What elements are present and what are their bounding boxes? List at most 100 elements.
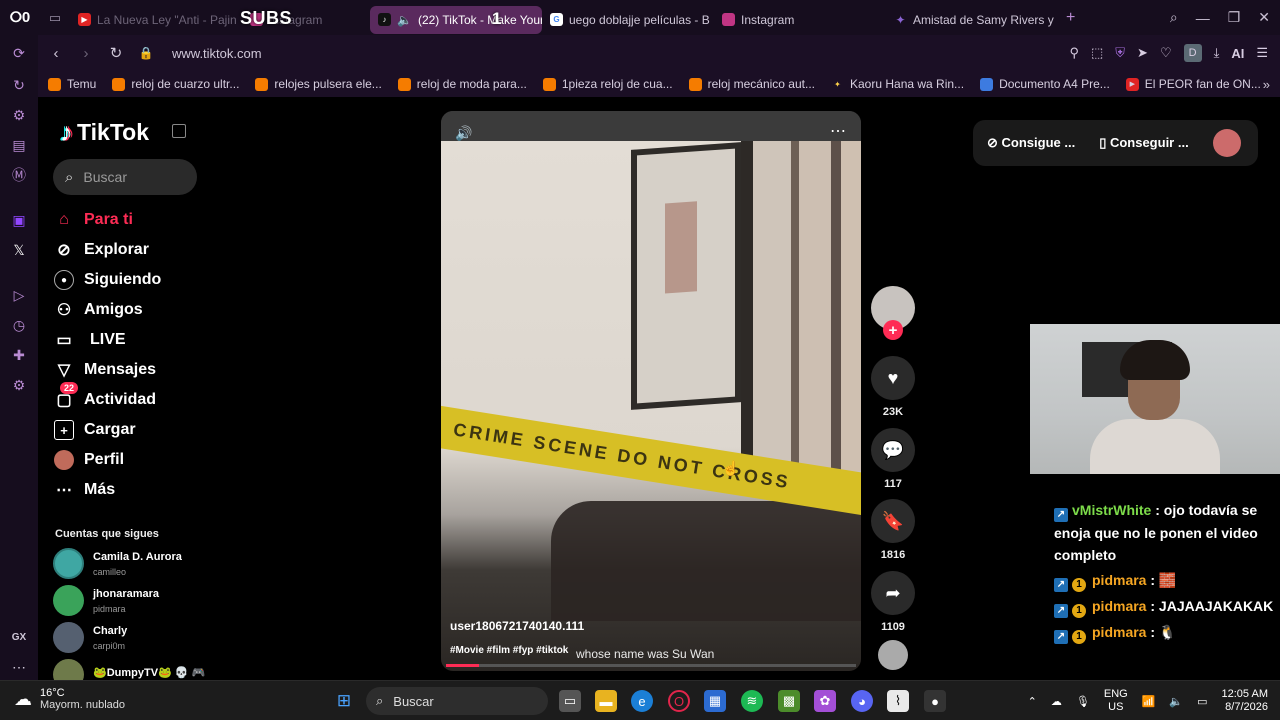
music-disc-icon[interactable] (878, 640, 908, 670)
clock-icon[interactable]: ◷ (9, 315, 29, 335)
taskbar-search[interactable]: ⌕ Buscar (366, 687, 548, 715)
tab-instagram-2[interactable]: Instagram (714, 6, 886, 34)
bookmark-item[interactable]: reloj mecánico aut... (688, 77, 815, 91)
nav-cargar[interactable]: + Cargar (54, 420, 136, 440)
heart-icon[interactable]: ♡ (1160, 45, 1172, 61)
profile-avatar[interactable]: D (1183, 44, 1202, 62)
reload-button[interactable]: ↻ (104, 44, 128, 62)
bookmark-item[interactable]: ▶ El PEOR fan de ON... (1125, 77, 1261, 91)
puzzle-icon[interactable]: ✚ (9, 345, 29, 365)
following-account[interactable]: jhonaramara pidmara (53, 585, 159, 616)
edge-icon[interactable]: e (631, 690, 653, 712)
bookmark-item[interactable]: 1pieza reloj de cua... (542, 77, 673, 91)
start-button[interactable]: ⊞ (333, 690, 355, 712)
bookmark-item[interactable]: relojes pulsera ele... (255, 77, 382, 91)
nav-live[interactable]: ▭ LIVE (54, 330, 125, 350)
clock[interactable]: 12:05 AM 8/7/2026 (1222, 688, 1268, 714)
tab-tiktok[interactable]: ♪ 🔈 (22) TikTok - Make Your (370, 5, 542, 34)
obs-icon[interactable]: ● (924, 690, 946, 712)
speaker-icon[interactable]: 🔈 (397, 13, 412, 27)
video-player[interactable]: CRIME SCENE DO NOT CROSS 🔊 ⋯ user1806721… (441, 111, 861, 671)
capcut-icon[interactable]: ⌇ (887, 690, 909, 712)
forward-button[interactable]: › (74, 45, 98, 62)
menu-icon[interactable]: ☰ (1256, 45, 1268, 61)
messenger-icon[interactable]: Ⓜ (9, 165, 29, 185)
like-button[interactable]: ♥ (871, 356, 915, 400)
tab-youtube-ley[interactable]: ▶ La Nueva Ley "Anti - Pajin (70, 6, 242, 34)
vpn-shield-icon[interactable]: ⛨ (1115, 45, 1125, 61)
onedrive-icon[interactable]: ☁ (1051, 695, 1062, 708)
get-coins-button[interactable]: ⊘ Consigue ... (987, 135, 1075, 151)
nav-siguiendo[interactable]: ● Siguiendo (54, 270, 161, 290)
following-account[interactable]: Charly carpi0m (53, 622, 127, 653)
snapshot-icon[interactable]: ⬚ (1091, 45, 1103, 61)
bookmark-item[interactable]: Temu (48, 77, 96, 91)
comment-button[interactable]: 💬 (871, 428, 915, 472)
sidebar-more-icon[interactable]: ⋯ (9, 657, 29, 677)
bookmark-item[interactable]: Documento A4 Pre... (980, 77, 1110, 91)
close-button[interactable]: ✕ (1258, 9, 1270, 26)
tab-google-search[interactable]: G uego doblajje películas - B (542, 6, 714, 34)
volume-icon[interactable]: 🔊 (455, 125, 472, 142)
opera-menu-button[interactable]: ⭘ 0 (0, 0, 40, 35)
x-icon[interactable]: 𝕏 (9, 240, 29, 260)
save-button[interactable]: 🔖 (871, 499, 915, 543)
sync-icon[interactable]: ⟳ (9, 43, 29, 63)
video-more-icon[interactable]: ⋯ (830, 121, 847, 141)
back-button[interactable]: ‹ (44, 45, 68, 62)
bookmark-item[interactable]: reloj de cuarzo ultr... (112, 77, 239, 91)
nav-amigos[interactable]: ⚇ Amigos (54, 300, 143, 320)
spotify-icon[interactable]: ≋ (741, 690, 763, 712)
volume-icon[interactable]: 🔈 (1169, 695, 1183, 708)
tab-search-icon[interactable]: ⌕ (1170, 9, 1178, 26)
twitch-icon[interactable]: ▣ (9, 210, 29, 230)
file-explorer-icon[interactable]: ▬ (595, 690, 617, 712)
battery-icon[interactable]: ▭ (1197, 695, 1207, 708)
minimize-button[interactable]: — (1196, 10, 1210, 26)
bookmark-item[interactable]: reloj de moda para... (397, 77, 527, 91)
nav-para-ti[interactable]: ⌂ Para ti (54, 210, 133, 230)
nav-mensajes[interactable]: ▽ Mensajes (54, 360, 156, 380)
new-tab-button[interactable]: + (1066, 9, 1075, 27)
opera-gx-icon[interactable]: O (668, 690, 690, 712)
send-icon[interactable]: ➤ (1137, 45, 1148, 61)
ai-button[interactable]: AI (1231, 46, 1244, 61)
url-field[interactable]: www.tiktok.com (172, 46, 262, 61)
extensions-icon[interactable]: ▤ (9, 135, 29, 155)
minecraft-icon[interactable]: ▩ (778, 690, 800, 712)
language-indicator[interactable]: ENG US (1104, 688, 1128, 714)
nav-perfil[interactable]: Perfil (54, 450, 124, 470)
follow-plus-button[interactable]: + (883, 320, 903, 340)
bookmarks-overflow-icon[interactable]: » (1263, 77, 1270, 92)
following-account[interactable]: Camila D. Aurora camilleo (53, 548, 182, 579)
download-icon[interactable]: ⤓ (1214, 45, 1220, 61)
nav-mas[interactable]: ⋯ Más (54, 480, 115, 500)
collapse-sidebar-icon[interactable] (172, 124, 186, 138)
history-icon[interactable]: ↻ (9, 75, 29, 95)
share-button[interactable]: ➦ (871, 571, 915, 615)
tab-gemini[interactable]: ✦ Amistad de Samy Rivers y (886, 6, 1058, 34)
video-progress-bar[interactable] (446, 664, 856, 667)
tray-chevron-icon[interactable]: ⌃ (1028, 695, 1037, 708)
workspaces-icon[interactable]: ▭ (40, 0, 70, 35)
video-hashtags[interactable]: #Movie #film #fyp #tiktok (450, 645, 568, 656)
video-username[interactable]: user1806721740140.111 (450, 619, 584, 633)
search-input[interactable]: ⌕ Buscar (53, 159, 197, 195)
lock-icon[interactable]: 🔒 (134, 46, 158, 60)
nav-explorar[interactable]: ⊘ Explorar (54, 240, 149, 260)
tiktok-logo[interactable]: ♪ TikTok (60, 117, 149, 148)
discord-icon[interactable]: ◕ (851, 690, 873, 712)
user-avatar[interactable] (1212, 129, 1241, 157)
microphone-icon[interactable]: 🎙 (1076, 695, 1090, 708)
maximize-button[interactable]: ❐ (1228, 9, 1241, 26)
aria-icon[interactable]: ⚙ (9, 105, 29, 125)
pin-icon[interactable]: ⚲ (1069, 45, 1079, 61)
get-app-button[interactable]: ▯ Conseguir ... (1099, 135, 1189, 151)
settings-icon[interactable]: ⚙ (9, 375, 29, 395)
bookmark-item[interactable]: ✦ Kaoru Hana wa Rin... (831, 77, 964, 91)
weather-widget[interactable]: ☁ 16°C Mayorm. nublado (14, 687, 125, 711)
wifi-icon[interactable]: 📶 (1142, 695, 1156, 708)
copilot-icon[interactable]: ✿ (814, 690, 836, 712)
nav-actividad[interactable]: ▢ 22 Actividad (54, 382, 156, 410)
store-icon[interactable]: ▦ (704, 690, 726, 712)
